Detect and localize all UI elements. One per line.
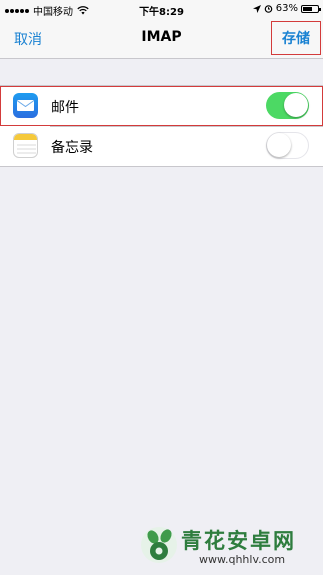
- save-button[interactable]: 存储: [271, 21, 321, 55]
- mail-toggle[interactable]: [266, 92, 309, 119]
- list-item-label: 邮件: [51, 100, 79, 116]
- list-item-mail[interactable]: 邮件: [0, 86, 323, 126]
- location-arrow-icon: [252, 4, 261, 13]
- toggle-knob: [267, 133, 291, 157]
- watermark-title: 青花安卓网: [181, 529, 296, 553]
- navigation-bar: 取消 IMAP 存储: [0, 18, 323, 59]
- battery-percent: 63%: [275, 3, 298, 14]
- list-item-notes[interactable]: 备忘录: [0, 126, 323, 166]
- watermark-url: www.qhhlv.com: [199, 553, 286, 566]
- watermark: 青花安卓网 www.qhhlv.com: [139, 523, 315, 569]
- watermark-logo-icon: [141, 527, 177, 563]
- toggle-knob: [284, 93, 308, 117]
- alarm-clock-icon: [264, 5, 273, 13]
- notes-toggle[interactable]: [266, 132, 309, 159]
- status-right: 63%: [252, 3, 321, 14]
- sync-list: 邮件 备忘录: [0, 85, 323, 167]
- battery-icon: [301, 4, 321, 13]
- notes-icon: [13, 133, 38, 158]
- battery-fill: [303, 6, 312, 11]
- mail-icon: [13, 93, 38, 118]
- status-bar: 中国移动 下午8:29 63%: [0, 0, 323, 18]
- list-item-label: 备忘录: [51, 140, 93, 156]
